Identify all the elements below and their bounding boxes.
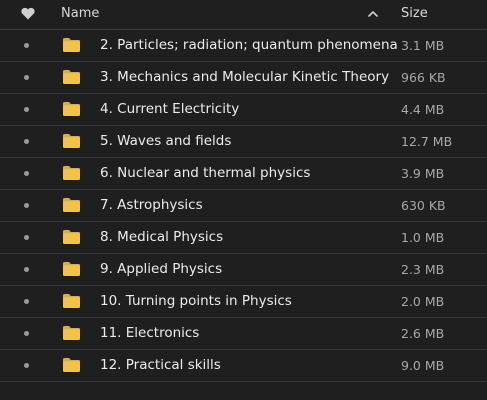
folder-icon bbox=[63, 134, 80, 148]
heart-icon[interactable] bbox=[21, 7, 35, 20]
file-name: 9. Applied Physics bbox=[100, 261, 223, 277]
file-name: 3. Mechanics and Molecular Kinetic Theor… bbox=[100, 69, 390, 85]
size-column-header[interactable]: Size bbox=[401, 6, 428, 21]
file-size: 4.4 MB bbox=[401, 102, 445, 117]
file-name: 11. Electronics bbox=[100, 325, 200, 341]
file-list: Name Size 2. Particles; radiation; quant… bbox=[0, 0, 487, 400]
file-name: 2. Particles; radiation; quantum phenome… bbox=[100, 37, 398, 53]
file-size: 2.6 MB bbox=[401, 326, 445, 341]
file-size: 1.0 MB bbox=[401, 230, 445, 245]
file-size: 966 KB bbox=[401, 70, 446, 85]
file-row[interactable]: 2. Particles; radiation; quantum phenome… bbox=[0, 30, 487, 62]
bullet-icon bbox=[24, 171, 29, 176]
bullet-icon bbox=[24, 43, 29, 48]
file-size: 3.9 MB bbox=[401, 166, 445, 181]
file-row[interactable]: 10. Turning points in Physics 2.0 MB bbox=[0, 286, 487, 318]
file-name: 8. Medical Physics bbox=[100, 229, 224, 245]
folder-icon bbox=[63, 198, 80, 212]
file-size: 9.0 MB bbox=[401, 358, 445, 373]
file-row[interactable]: 11. Electronics 2.6 MB bbox=[0, 318, 487, 350]
folder-icon bbox=[63, 294, 80, 308]
folder-icon bbox=[63, 166, 80, 180]
bullet-icon bbox=[24, 363, 29, 368]
chevron-up-icon[interactable] bbox=[368, 10, 378, 17]
file-name: 12. Practical skills bbox=[100, 357, 221, 373]
file-row[interactable]: 6. Nuclear and thermal physics 3.9 MB bbox=[0, 158, 487, 190]
file-row[interactable]: 12. Practical skills 9.0 MB bbox=[0, 350, 487, 382]
file-row[interactable]: 9. Applied Physics 2.3 MB bbox=[0, 254, 487, 286]
bullet-icon bbox=[24, 75, 29, 80]
file-size: 12.7 MB bbox=[401, 134, 453, 149]
bullet-icon bbox=[24, 203, 29, 208]
file-size: 3.1 MB bbox=[401, 38, 445, 53]
folder-icon bbox=[63, 70, 80, 84]
file-size: 2.3 MB bbox=[401, 262, 445, 277]
bullet-icon bbox=[24, 299, 29, 304]
bullet-icon bbox=[24, 331, 29, 336]
folder-icon bbox=[63, 358, 80, 372]
folder-icon bbox=[63, 326, 80, 340]
file-name: 10. Turning points in Physics bbox=[100, 293, 292, 309]
folder-icon bbox=[63, 230, 80, 244]
folder-icon bbox=[63, 262, 80, 276]
file-row[interactable]: 4. Current Electricity 4.4 MB bbox=[0, 94, 487, 126]
file-size: 2.0 MB bbox=[401, 294, 445, 309]
folder-icon bbox=[63, 38, 80, 52]
folder-icon bbox=[63, 102, 80, 116]
bullet-icon bbox=[24, 107, 29, 112]
bullet-icon bbox=[24, 235, 29, 240]
list-header: Name Size bbox=[0, 0, 487, 30]
file-size: 630 KB bbox=[401, 198, 446, 213]
file-row[interactable]: 5. Waves and fields 12.7 MB bbox=[0, 126, 487, 158]
file-row[interactable]: 3. Mechanics and Molecular Kinetic Theor… bbox=[0, 62, 487, 94]
file-name: 5. Waves and fields bbox=[100, 133, 232, 149]
file-name: 6. Nuclear and thermal physics bbox=[100, 165, 311, 181]
bullet-icon bbox=[24, 139, 29, 144]
file-row[interactable]: 7. Astrophysics 630 KB bbox=[0, 190, 487, 222]
name-column-header[interactable]: Name bbox=[61, 6, 99, 21]
bullet-icon bbox=[24, 267, 29, 272]
file-row[interactable]: 8. Medical Physics 1.0 MB bbox=[0, 222, 487, 254]
file-name: 4. Current Electricity bbox=[100, 101, 240, 117]
file-name: 7. Astrophysics bbox=[100, 197, 203, 213]
